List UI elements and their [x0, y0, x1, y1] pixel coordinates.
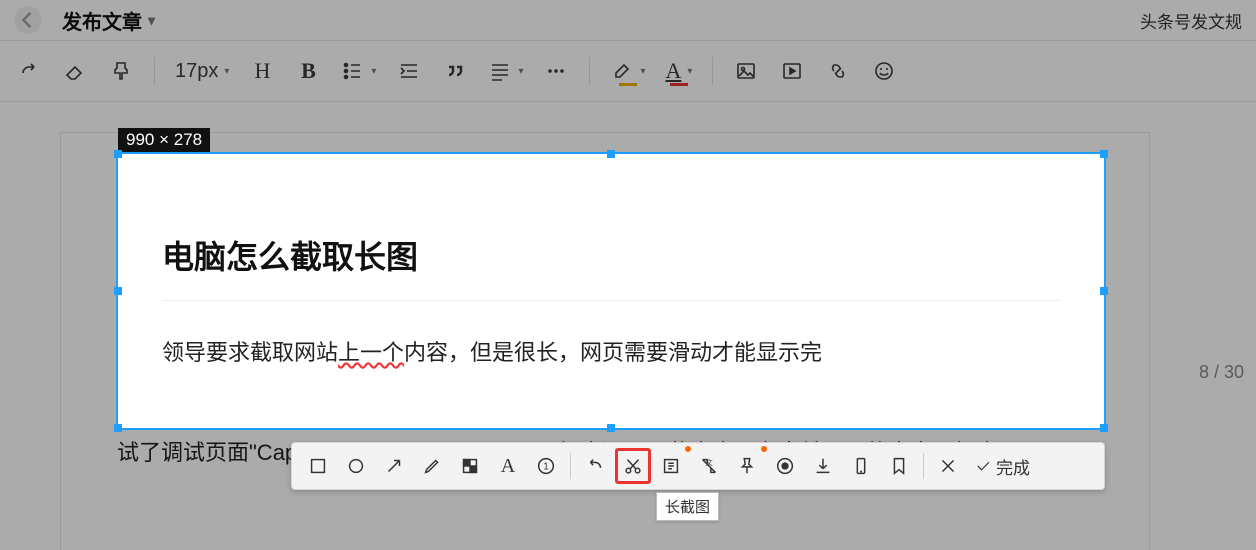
- resize-handle[interactable]: [114, 287, 122, 295]
- selection-content-divider: [162, 300, 1060, 301]
- svg-text:1: 1: [543, 462, 549, 473]
- selection-content-title: 电脑怎么截取长图: [118, 154, 1104, 300]
- record-button[interactable]: [767, 448, 803, 484]
- undo-button[interactable]: [577, 448, 613, 484]
- scissors-icon: [622, 455, 644, 477]
- resize-handle[interactable]: [1100, 287, 1108, 295]
- cancel-button[interactable]: [930, 448, 966, 484]
- done-button[interactable]: 完成: [968, 448, 1036, 484]
- spell-error: 上一个: [338, 340, 404, 365]
- close-icon: [937, 455, 959, 477]
- translate-button[interactable]: 文: [691, 448, 727, 484]
- annotate-rect-button[interactable]: [300, 448, 336, 484]
- phone-icon: [850, 455, 872, 477]
- undo-icon: [584, 455, 606, 477]
- done-label: 完成: [996, 454, 1030, 479]
- palette-separator: [570, 453, 571, 479]
- check-icon: [974, 457, 992, 475]
- resize-handle[interactable]: [1100, 150, 1108, 158]
- share-phone-button[interactable]: [843, 448, 879, 484]
- annotate-number-button[interactable]: 1: [528, 448, 564, 484]
- annotate-pen-button[interactable]: [414, 448, 450, 484]
- pin-button[interactable]: [729, 448, 765, 484]
- circle-icon: [345, 455, 367, 477]
- selection-content-paragraph: 领导要求截取网站上一个内容，但是很长，网页需要滑动才能显示完: [118, 335, 1104, 367]
- download-icon: [812, 455, 834, 477]
- screenshot-selection[interactable]: 990 × 278 电脑怎么截取长图 领导要求截取网站上一个内容，但是很长，网页…: [116, 152, 1106, 430]
- resize-handle[interactable]: [607, 424, 615, 432]
- arrow-icon: [383, 455, 405, 477]
- translate-icon: 文: [698, 455, 720, 477]
- annotate-mosaic-button[interactable]: [452, 448, 488, 484]
- screenshot-toolbar: A 1 文 完成: [291, 442, 1105, 490]
- text-icon: A: [501, 455, 515, 478]
- number-icon: 1: [535, 455, 557, 477]
- palette-separator: [923, 453, 924, 479]
- resize-handle[interactable]: [114, 424, 122, 432]
- annotate-arrow-button[interactable]: [376, 448, 412, 484]
- resize-handle[interactable]: [1100, 424, 1108, 432]
- mosaic-icon: [459, 455, 481, 477]
- ocr-icon: [660, 455, 682, 477]
- annotate-text-button[interactable]: A: [490, 448, 526, 484]
- page-root: 发布文章 ▾ 头条号发文规 17px ▾ H B ▾ ▾ ▾ A▾ 电脑怎么截取…: [0, 0, 1256, 550]
- ocr-button[interactable]: [653, 448, 689, 484]
- pen-icon: [421, 455, 443, 477]
- square-icon: [307, 455, 329, 477]
- resize-handle[interactable]: [114, 150, 122, 158]
- collect-button[interactable]: [881, 448, 917, 484]
- bookmark-icon: [888, 455, 910, 477]
- record-icon: [774, 455, 796, 477]
- long-screenshot-button[interactable]: [615, 448, 651, 484]
- annotate-ellipse-button[interactable]: [338, 448, 374, 484]
- resize-handle[interactable]: [607, 150, 615, 158]
- selection-dimensions: 990 × 278: [118, 128, 210, 152]
- download-button[interactable]: [805, 448, 841, 484]
- svg-text:文: 文: [705, 458, 713, 467]
- tooltip: 长截图: [656, 492, 719, 521]
- pin-icon: [736, 455, 758, 477]
